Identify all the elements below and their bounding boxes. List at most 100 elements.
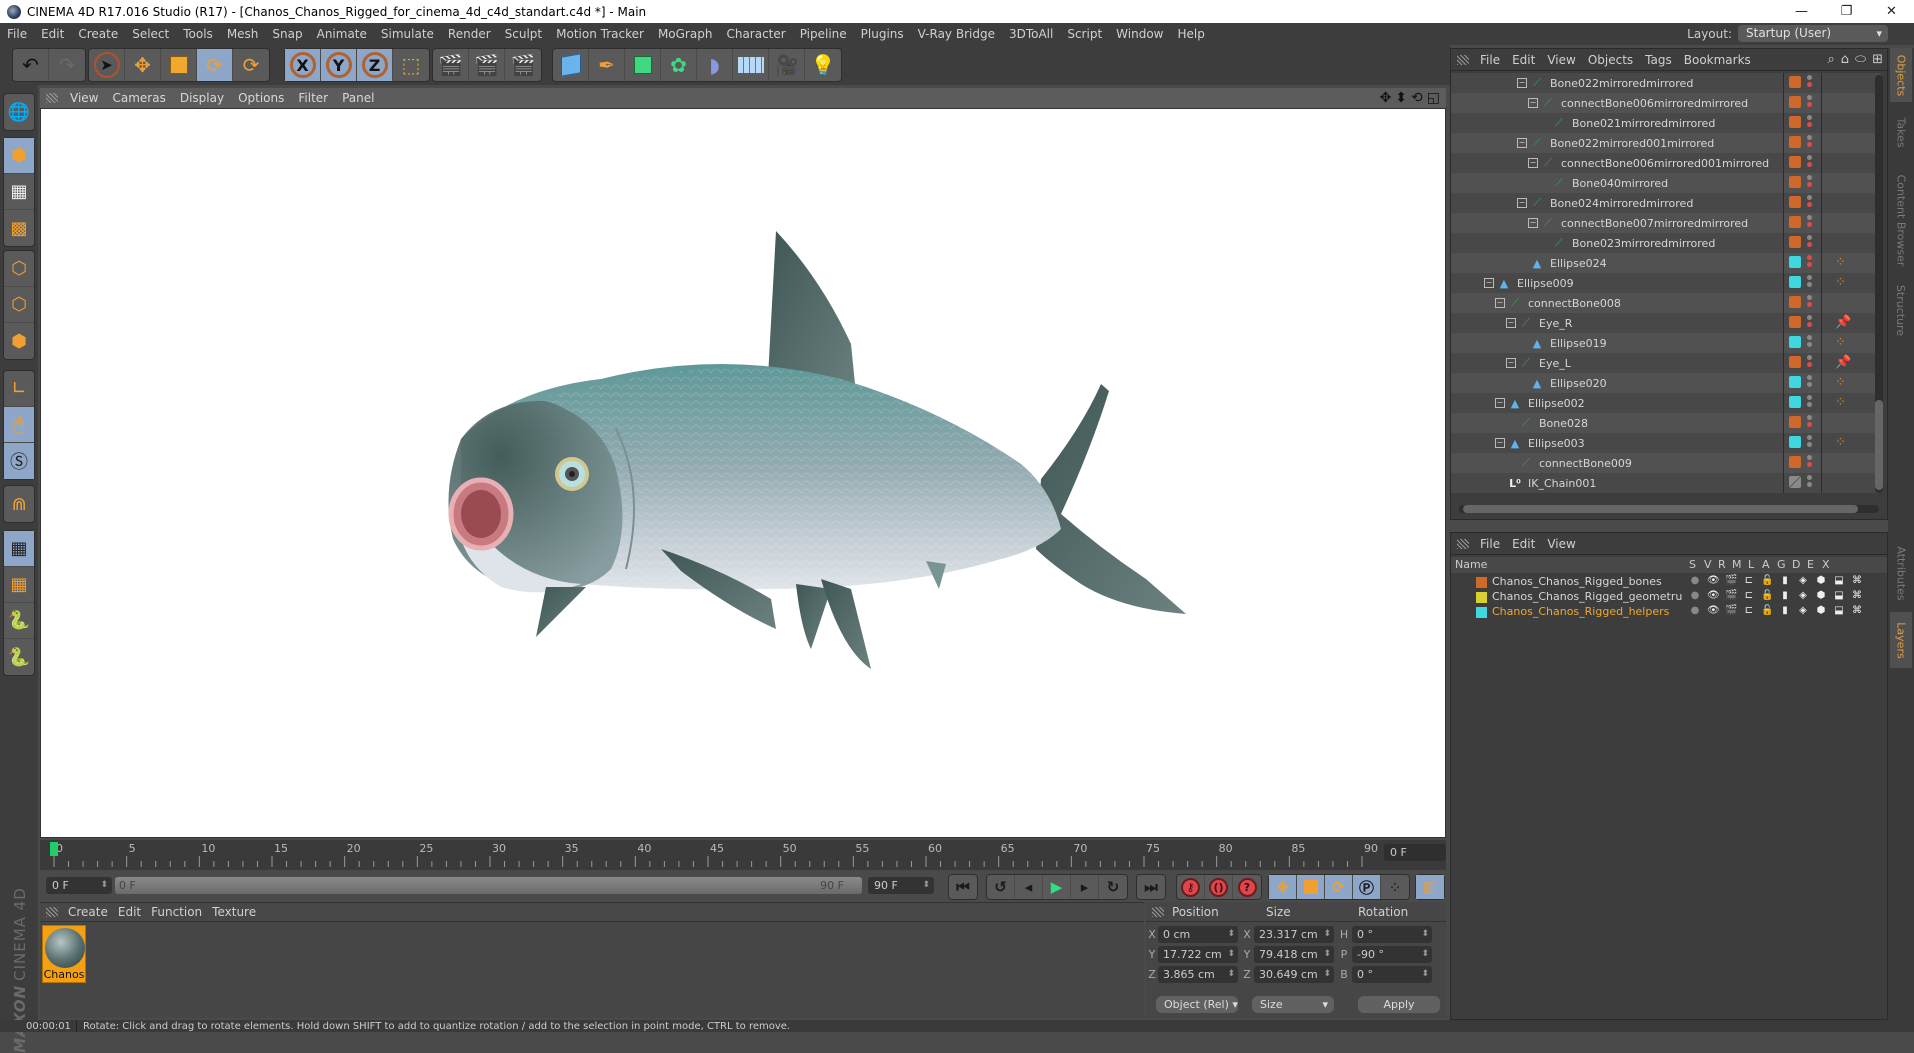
visibility-dots[interactable] xyxy=(1807,335,1813,351)
object-manager-menu-view[interactable]: View xyxy=(1544,53,1584,67)
object-row[interactable]: ▲ Ellipse019 ⁘ xyxy=(1451,333,1881,353)
tab-takes[interactable]: Takes xyxy=(1890,104,1912,160)
vertical-scrollbar[interactable] xyxy=(1875,75,1883,493)
generator-icon[interactable]: ◈ xyxy=(1797,590,1809,601)
visibility-dots[interactable] xyxy=(1807,75,1813,91)
close-button[interactable]: ✕ xyxy=(1869,0,1914,23)
object-name[interactable]: Bone022mirroredmirrored xyxy=(1550,77,1693,90)
constraint-tag-icon[interactable]: ⁘ xyxy=(1835,375,1846,390)
layer-name[interactable]: Chanos_Chanos_Rigged_geometru xyxy=(1492,590,1682,603)
object-name[interactable]: Ellipse019 xyxy=(1550,337,1607,350)
layer-color-swatch[interactable] xyxy=(1789,136,1801,148)
layer-color-swatch[interactable] xyxy=(1789,236,1801,248)
lock-icon[interactable]: 🔓 xyxy=(1761,605,1773,616)
column-header-g[interactable]: G xyxy=(1777,558,1786,571)
tab-content-browser[interactable]: Content Browser xyxy=(1890,162,1912,278)
camera-icon[interactable]: 🎥 xyxy=(769,49,805,81)
tweak-mode-icon[interactable]: 🖱 xyxy=(4,407,34,443)
solo-dot-icon[interactable]: ● xyxy=(1689,590,1701,601)
constraint-tag-icon[interactable]: ⁘ xyxy=(1835,275,1846,290)
layer-color-swatch[interactable] xyxy=(1789,116,1801,128)
column-header-m[interactable]: M xyxy=(1732,558,1742,571)
next-frame-icon[interactable]: ▸ xyxy=(1071,875,1099,899)
go-to-start-icon[interactable]: ⏮ xyxy=(949,875,977,899)
visibility-dots[interactable] xyxy=(1807,415,1813,431)
play-forward-icon[interactable]: ▶ xyxy=(1043,875,1071,899)
pen-spline-icon[interactable]: ✒ xyxy=(589,49,625,81)
minimize-button[interactable]: — xyxy=(1779,0,1824,23)
autokey-icon[interactable]: () xyxy=(1205,875,1233,899)
object-row[interactable]: − ⟋ Bone024mirroredmirrored xyxy=(1451,193,1881,213)
object-name[interactable]: Bone024mirroredmirrored xyxy=(1550,197,1693,210)
timeline-window-icon[interactable]: ▥ xyxy=(1416,875,1444,899)
expression-icon[interactable]: ⬓ xyxy=(1833,590,1845,601)
layer-color-swatch[interactable] xyxy=(1789,316,1801,328)
menu-select[interactable]: Select xyxy=(125,27,176,41)
object-name[interactable]: Eye_L xyxy=(1539,357,1571,370)
tab-objects[interactable]: Objects xyxy=(1890,48,1912,102)
home-icon[interactable]: ⌂ xyxy=(1841,52,1849,67)
object-name[interactable]: Ellipse024 xyxy=(1550,257,1607,270)
previous-key-icon[interactable]: ↺ xyxy=(987,875,1015,899)
generator-icon[interactable]: ◈ xyxy=(1797,605,1809,616)
size-mode-dropdown[interactable]: Size ▾ xyxy=(1252,996,1334,1013)
layer-color-swatch[interactable] xyxy=(1789,376,1801,388)
3d-viewport[interactable] xyxy=(40,108,1446,838)
layer-color-swatch[interactable] xyxy=(1789,336,1801,348)
object-name[interactable]: Ellipse009 xyxy=(1517,277,1574,290)
object-row[interactable]: − ⟋ connectBone006mirrored001mirrored xyxy=(1451,153,1881,173)
xref-icon[interactable]: ⌘ xyxy=(1851,590,1863,601)
visibility-icon[interactable]: ⬭ xyxy=(1855,52,1866,67)
visibility-dots[interactable] xyxy=(1807,435,1813,451)
size-z-field[interactable]: 30.649 cm xyxy=(1254,966,1334,983)
object-row[interactable]: − ⟋ Eye_R 📌 xyxy=(1451,313,1881,333)
column-header-name[interactable]: Name xyxy=(1455,558,1487,571)
maximize-view-icon[interactable]: ◱ xyxy=(1427,90,1440,106)
position-z-field[interactable]: 3.865 cm xyxy=(1158,966,1238,983)
position-x-field[interactable]: 0 cm xyxy=(1158,926,1238,943)
dolly-icon[interactable]: ⬍ xyxy=(1395,90,1407,106)
frame-range-slider[interactable]: 0 F 90 F xyxy=(115,877,862,894)
tab-structure[interactable]: Structure xyxy=(1890,280,1912,340)
object-row[interactable]: ⟋ Bone028 xyxy=(1451,413,1881,433)
object-name[interactable]: connectBone006mirrored001mirrored xyxy=(1561,157,1769,170)
xref-icon[interactable]: ⌘ xyxy=(1851,575,1863,586)
constraint-tag-icon[interactable]: ⁘ xyxy=(1835,335,1846,350)
menu-snap[interactable]: Snap xyxy=(265,27,309,41)
size-x-field[interactable]: 23.317 cm xyxy=(1254,926,1334,943)
layer-color-swatch[interactable] xyxy=(1789,76,1801,88)
position-y-field[interactable]: 17.722 cm xyxy=(1158,946,1238,963)
object-row[interactable]: − ▲ Ellipse009 ⁘ xyxy=(1451,273,1881,293)
expression-icon[interactable]: ⬓ xyxy=(1833,605,1845,616)
horizontal-scrollbar[interactable] xyxy=(1459,505,1879,513)
object-row[interactable]: − ⟋ Bone022mirrored001mirrored xyxy=(1451,133,1881,153)
layer-color-swatch[interactable] xyxy=(1789,216,1801,228)
rotation-h-field[interactable]: 0 ° xyxy=(1352,926,1432,943)
render-icon[interactable]: 🎬 xyxy=(1725,605,1737,616)
texture-mode-icon[interactable]: ▦ xyxy=(4,174,34,210)
render-view-icon[interactable]: 🎬 xyxy=(433,49,469,81)
collapse-toggle-icon[interactable]: − xyxy=(1517,78,1527,88)
python-script-icon[interactable]: 🐍 xyxy=(4,639,34,675)
render-icon[interactable]: 🎬 xyxy=(1725,590,1737,601)
menu-motion-tracker[interactable]: Motion Tracker xyxy=(549,27,651,41)
object-name[interactable]: connectBone008 xyxy=(1528,297,1621,310)
orbit-icon[interactable]: ⟲ xyxy=(1411,90,1423,106)
object-name[interactable]: Ellipse003 xyxy=(1528,437,1585,450)
previous-frame-icon[interactable]: ◂ xyxy=(1015,875,1043,899)
visibility-dots[interactable] xyxy=(1807,95,1813,111)
animation-icon[interactable]: ▮ xyxy=(1779,575,1791,586)
collapse-toggle-icon[interactable]: − xyxy=(1528,218,1538,228)
visibility-dots[interactable] xyxy=(1807,135,1813,151)
size-y-field[interactable]: 79.418 cm xyxy=(1254,946,1334,963)
object-row[interactable]: − ⟋ Eye_L 📌 xyxy=(1451,353,1881,373)
collapse-toggle-icon[interactable]: − xyxy=(1528,158,1538,168)
visibility-dots[interactable] xyxy=(1807,215,1813,231)
end-frame-field[interactable]: 90 F ⬍ xyxy=(868,877,934,894)
coordinate-mode-dropdown[interactable]: Object (Rel) ▾ xyxy=(1156,996,1238,1013)
column-header-e[interactable]: E xyxy=(1807,558,1814,571)
layer-color-swatch[interactable] xyxy=(1789,176,1801,188)
edges-mode-icon[interactable]: ⬡ xyxy=(4,287,34,323)
material-menu-edit[interactable]: Edit xyxy=(116,905,149,919)
menu-help[interactable]: Help xyxy=(1170,27,1211,41)
